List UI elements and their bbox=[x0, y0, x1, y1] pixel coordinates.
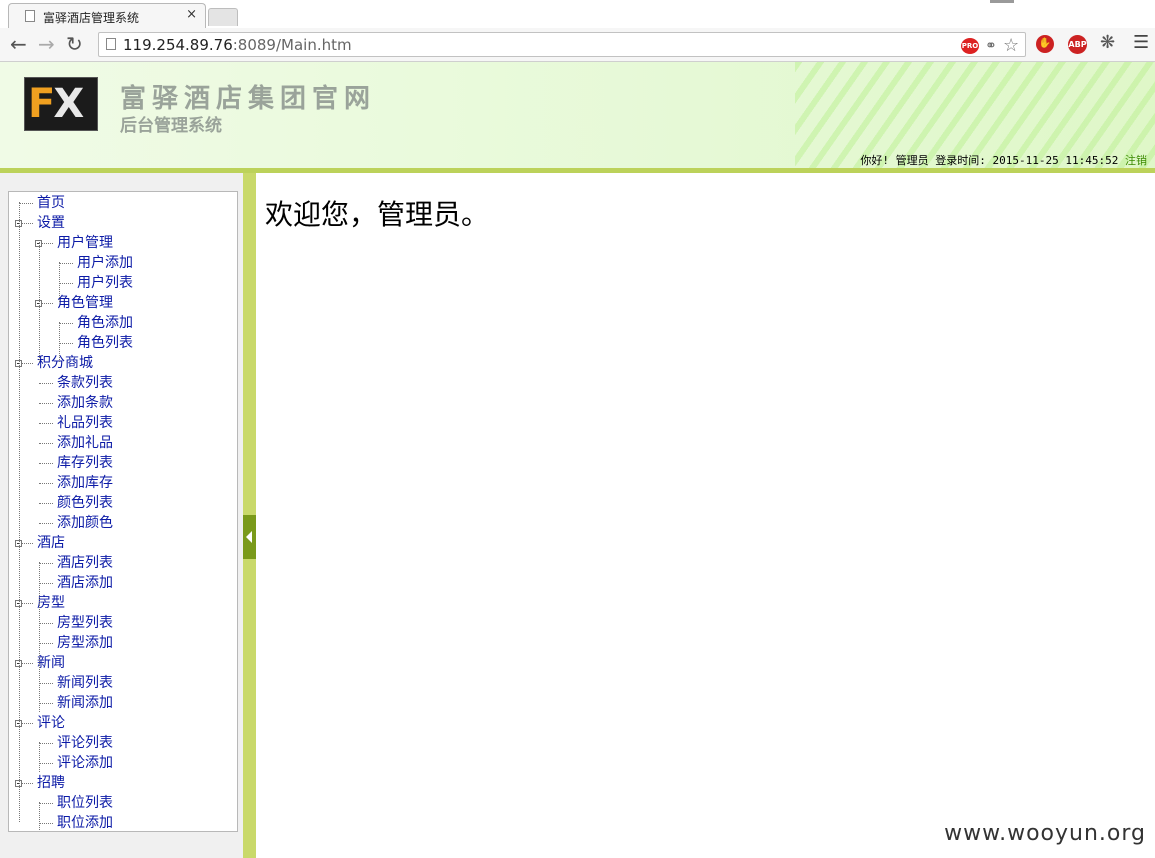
tree-item[interactable]: 角色管理 bbox=[57, 293, 113, 313]
tree-guide-line bbox=[59, 262, 60, 302]
main-content: 欢迎您，管理员。 www.wooyun.org bbox=[256, 173, 1155, 858]
tree-item[interactable]: 评论列表 bbox=[57, 733, 113, 753]
collapse-sidebar-button[interactable] bbox=[243, 515, 256, 559]
tree-connector bbox=[39, 423, 53, 424]
adblock-icon[interactable]: ABP bbox=[1068, 35, 1087, 54]
key-icon[interactable]: ⚭ bbox=[985, 38, 997, 54]
address-bar[interactable]: 119.254.89.76:8089/Main.htm PRO ⚭ ☆ bbox=[98, 32, 1026, 57]
site-header: FX 富驿酒店集团官网 后台管理系统 你好! 管理员 登录时间: 2015-11… bbox=[0, 62, 1155, 168]
tree-connector bbox=[39, 463, 53, 464]
tree-guide-line bbox=[39, 562, 40, 712]
welcome-message: 欢迎您，管理员。 bbox=[265, 198, 490, 231]
tree-item[interactable]: 礼品列表 bbox=[57, 413, 113, 433]
tree-item[interactable]: 职位添加 bbox=[57, 813, 113, 831]
tree-item[interactable]: 评论 bbox=[37, 713, 65, 733]
tree-connector bbox=[39, 583, 53, 584]
tree-connector bbox=[59, 263, 73, 264]
tree-item[interactable]: 新闻 bbox=[37, 653, 65, 673]
sidebar: 首页 设置 用户管理 用户添加 用户列表 角色管理 角色添加 角色列表 积分商城 条款列表 添加条款… bbox=[0, 173, 243, 858]
site-logo: FX bbox=[24, 77, 98, 131]
tree-item[interactable]: 用户添加 bbox=[77, 253, 133, 273]
pro-extension-icon[interactable]: PRO bbox=[961, 38, 979, 54]
nav-tree: 首页 设置 用户管理 用户添加 用户列表 角色管理 角色添加 角色列表 积分商城 条款列表 添加条款… bbox=[8, 191, 238, 832]
tree-connector bbox=[39, 383, 53, 384]
tree-connector bbox=[39, 643, 53, 644]
tree-item[interactable]: 酒店添加 bbox=[57, 573, 113, 593]
stop-extension-icon[interactable]: ✋ bbox=[1036, 35, 1054, 53]
login-time: 2015-11-25 11:45:52 bbox=[992, 154, 1119, 167]
tree-guide-line bbox=[39, 242, 40, 362]
site-title: 富驿酒店集团官网 bbox=[120, 84, 377, 114]
browser-tab-strip: 富驿酒店管理系统 × bbox=[0, 0, 1155, 28]
back-arrow-icon[interactable]: ← bbox=[10, 32, 27, 56]
tree-item[interactable]: 添加颜色 bbox=[57, 513, 113, 533]
tree-item[interactable]: 新闻添加 bbox=[57, 693, 113, 713]
tree-item[interactable]: 评论添加 bbox=[57, 753, 113, 773]
tree-item[interactable]: 角色添加 bbox=[77, 313, 133, 333]
tree-item[interactable]: 添加礼品 bbox=[57, 433, 113, 453]
tree-item[interactable]: 房型列表 bbox=[57, 613, 113, 633]
tree-item[interactable]: 新闻列表 bbox=[57, 673, 113, 693]
tree-connector bbox=[39, 763, 53, 764]
tree-item[interactable]: 积分商城 bbox=[37, 353, 93, 373]
bug-extension-icon[interactable]: ❋ bbox=[1100, 32, 1115, 53]
tree-item[interactable]: 首页 bbox=[37, 193, 65, 213]
page-icon bbox=[25, 10, 35, 22]
tree-item[interactable]: 房型 bbox=[37, 593, 65, 613]
greeting-text: 你好! 管理员 登录时间: bbox=[860, 154, 986, 167]
tree-item[interactable]: 用户列表 bbox=[77, 273, 133, 293]
tree-item[interactable]: 颜色列表 bbox=[57, 493, 113, 513]
tree-connector bbox=[39, 483, 53, 484]
forward-arrow-icon[interactable]: → bbox=[38, 32, 55, 56]
logout-link[interactable]: 注销 bbox=[1125, 154, 1147, 167]
tree-connector bbox=[39, 563, 53, 564]
tree-item[interactable]: 添加库存 bbox=[57, 473, 113, 493]
tree-guide-line bbox=[59, 322, 60, 362]
tree-connector bbox=[39, 743, 53, 744]
new-tab-button[interactable] bbox=[208, 8, 238, 26]
window-minimize-button[interactable] bbox=[990, 0, 1014, 3]
menu-icon[interactable]: ☰ bbox=[1133, 32, 1149, 53]
tree-connector bbox=[39, 623, 53, 624]
tree-item[interactable]: 房型添加 bbox=[57, 633, 113, 653]
tree-connector bbox=[39, 403, 53, 404]
page-icon bbox=[106, 38, 116, 50]
tree-connector bbox=[19, 203, 33, 204]
tree-connector bbox=[39, 803, 53, 804]
site-subtitle: 后台管理系统 bbox=[120, 116, 222, 136]
tree-item[interactable]: 库存列表 bbox=[57, 453, 113, 473]
tree-guide-line bbox=[19, 202, 20, 822]
tree-item[interactable]: 条款列表 bbox=[57, 373, 113, 393]
tree-connector bbox=[39, 683, 53, 684]
tab-close-button[interactable]: × bbox=[186, 7, 197, 22]
browser-tab[interactable]: 富驿酒店管理系统 × bbox=[8, 3, 206, 28]
tree-connector bbox=[39, 443, 53, 444]
user-info: 你好! 管理员 登录时间: 2015-11-25 11:45:52 注销 bbox=[860, 152, 1147, 168]
tree-guide-line bbox=[39, 802, 40, 831]
tree-item[interactable]: 职位列表 bbox=[57, 793, 113, 813]
watermark: www.wooyun.org bbox=[944, 821, 1146, 846]
tab-title: 富驿酒店管理系统 bbox=[43, 11, 140, 25]
tree-connector bbox=[39, 503, 53, 504]
tree-item[interactable]: 设置 bbox=[37, 213, 65, 233]
tree-item[interactable]: 角色列表 bbox=[77, 333, 133, 353]
tree-connector bbox=[39, 523, 53, 524]
tree-item[interactable]: 招聘 bbox=[37, 773, 65, 793]
tree-connector bbox=[59, 323, 73, 324]
tree-connector bbox=[59, 343, 73, 344]
tree-connector bbox=[39, 703, 53, 704]
tree-connector bbox=[39, 823, 53, 824]
bookmark-star-icon[interactable]: ☆ bbox=[1003, 35, 1019, 56]
tree-item[interactable]: 酒店 bbox=[37, 533, 65, 553]
tree-guide-line bbox=[39, 742, 40, 772]
tree-item[interactable]: 酒店列表 bbox=[57, 553, 113, 573]
tree-connector bbox=[59, 283, 73, 284]
url-text[interactable]: 119.254.89.76:8089/Main.htm bbox=[123, 36, 352, 54]
tree-item[interactable]: 添加条款 bbox=[57, 393, 113, 413]
tree-item[interactable]: 用户管理 bbox=[57, 233, 113, 253]
browser-toolbar: ← → ↻ 119.254.89.76:8089/Main.htm PRO ⚭ … bbox=[0, 28, 1155, 62]
reload-icon[interactable]: ↻ bbox=[66, 32, 83, 56]
